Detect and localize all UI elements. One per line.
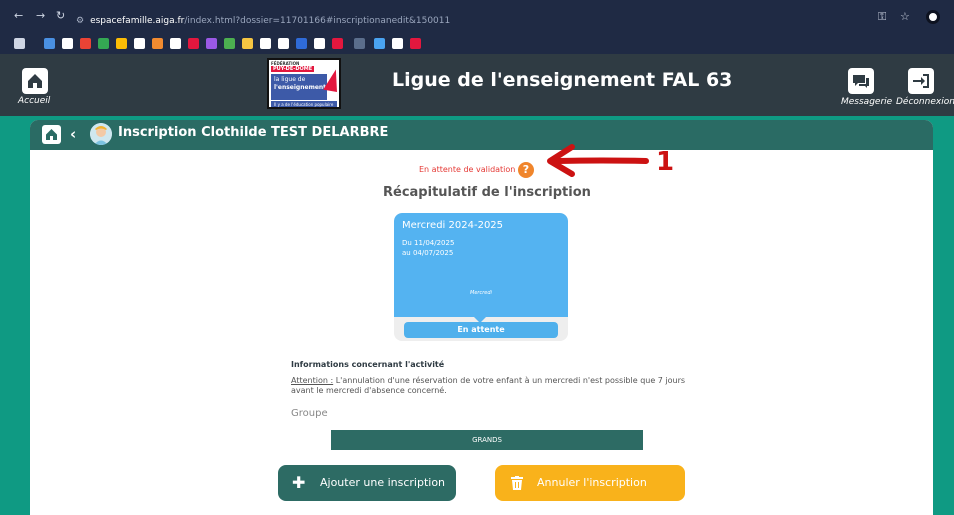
logout-label[interactable]: Déconnexion [896,97,954,107]
bookmark-icon[interactable] [296,38,307,49]
activity-card-body: Mercredi 2024-2025 Du 11/04/2025 au 04/0… [394,213,568,317]
profile-avatar[interactable] [926,10,940,24]
app-header: Accueil FÉDÉRATION PUY-DE-DÔME la ligue … [0,54,954,116]
bookmark-icon[interactable] [332,38,343,49]
group-value: GRANDS [331,430,643,450]
bookmark-icon[interactable] [134,38,145,49]
bookmark-icon[interactable] [354,38,365,49]
address-bar[interactable]: ⚙ espacefamille.aiga.fr/index.html?dossie… [76,13,856,29]
info-title: Informations concernant l'activité [291,360,445,369]
home-icon [46,129,57,140]
youtube-icon[interactable] [188,38,199,49]
inscription-panel: ‹ Inscription Clothilde TEST DELARBRE En… [30,120,933,515]
back-chevron-icon[interactable]: ‹ [70,124,76,144]
bookmark-icon[interactable] [152,38,163,49]
apps-icon[interactable] [14,38,25,49]
page-title: Inscription Clothilde TEST DELARBRE [118,125,389,140]
bookmark-icon[interactable] [314,38,325,49]
bookmark-icon[interactable] [392,38,403,49]
bookmarks-bar [0,34,954,54]
home-label[interactable]: Accueil [18,96,50,106]
home-icon [28,74,42,88]
messages-label[interactable]: Messagerie [841,97,892,107]
activity-status-badge: En attente [404,322,558,338]
gmail-icon[interactable] [80,38,91,49]
logout-button[interactable] [908,68,934,94]
status-text: En attente de validation [419,165,516,174]
bookmark-icon[interactable] [224,38,235,49]
url-host: espacefamille.aiga.fr [90,16,185,26]
bookmark-icon[interactable] [374,38,385,49]
cancel-inscription-button[interactable]: Annuler l'inscription [495,465,685,501]
activity-end-date: au 04/07/2025 [402,249,454,257]
bookmark-icon[interactable] [242,38,253,49]
recap-title: Récapitulatif de l'inscription [383,185,591,200]
reload-icon[interactable]: ↻ [56,10,65,22]
activity-start-date: Du 11/04/2025 [402,239,455,247]
home-button[interactable] [22,68,48,94]
bookmark-icon[interactable] [98,38,109,49]
group-label: Groupe [291,408,328,419]
bookmark-icon[interactable] [44,38,55,49]
avatar-icon [90,123,112,145]
url-path: /index.html?dossier=11701166#inscription… [184,16,451,26]
chat-icon [853,75,869,88]
bookmark-icon[interactable] [170,38,181,49]
info-text: Attention : L'annulation d'une réservati… [291,376,701,396]
messages-button[interactable] [848,68,874,94]
add-inscription-label: Ajouter une inscription [320,476,446,489]
panel-home-button[interactable] [42,125,61,144]
bookmark-icon[interactable] [116,38,127,49]
back-arrow-icon[interactable]: ← [14,10,23,22]
trash-icon [511,476,523,490]
plus-icon: ✚ [292,473,306,492]
bookmark-icon[interactable] [62,38,73,49]
annotation-number: 1 [656,147,675,177]
add-inscription-button[interactable]: ✚ Ajouter une inscription [278,465,456,501]
info-body: L'annulation d'une réservation de votre … [291,376,686,395]
bookmark-icon[interactable] [410,38,421,49]
federation-logo: FÉDÉRATION PUY-DE-DÔME la ligue de l'ense… [267,58,341,109]
activity-card[interactable]: Mercredi 2024-2025 Du 11/04/2025 au 04/0… [394,213,568,341]
bookmark-icon[interactable] [206,38,217,49]
bookmark-icon[interactable] [260,38,271,49]
browser-toolbar: ← → ↻ ⚙ espacefamille.aiga.fr/index.html?… [0,0,954,34]
key-icon[interactable]: ⚿ [878,10,886,24]
cancel-inscription-label: Annuler l'inscription [537,476,647,489]
attention-label: Attention : [291,376,334,385]
annotation-arrow-icon [547,144,649,177]
panel-title-bar: ‹ Inscription Clothilde TEST DELARBRE [30,120,933,150]
app-title: Ligue de l'enseignement FAL 63 [392,69,733,91]
forward-arrow-icon[interactable]: → [36,10,45,22]
site-settings-icon[interactable]: ⚙ [76,16,84,26]
activity-day: Mercredi [470,290,492,296]
logout-icon [913,74,929,88]
star-icon[interactable]: ☆ [900,10,910,23]
bookmark-icon[interactable] [278,38,289,49]
help-icon[interactable]: ? [518,162,534,178]
child-avatar [90,123,112,145]
activity-name: Mercredi 2024-2025 [402,220,504,231]
